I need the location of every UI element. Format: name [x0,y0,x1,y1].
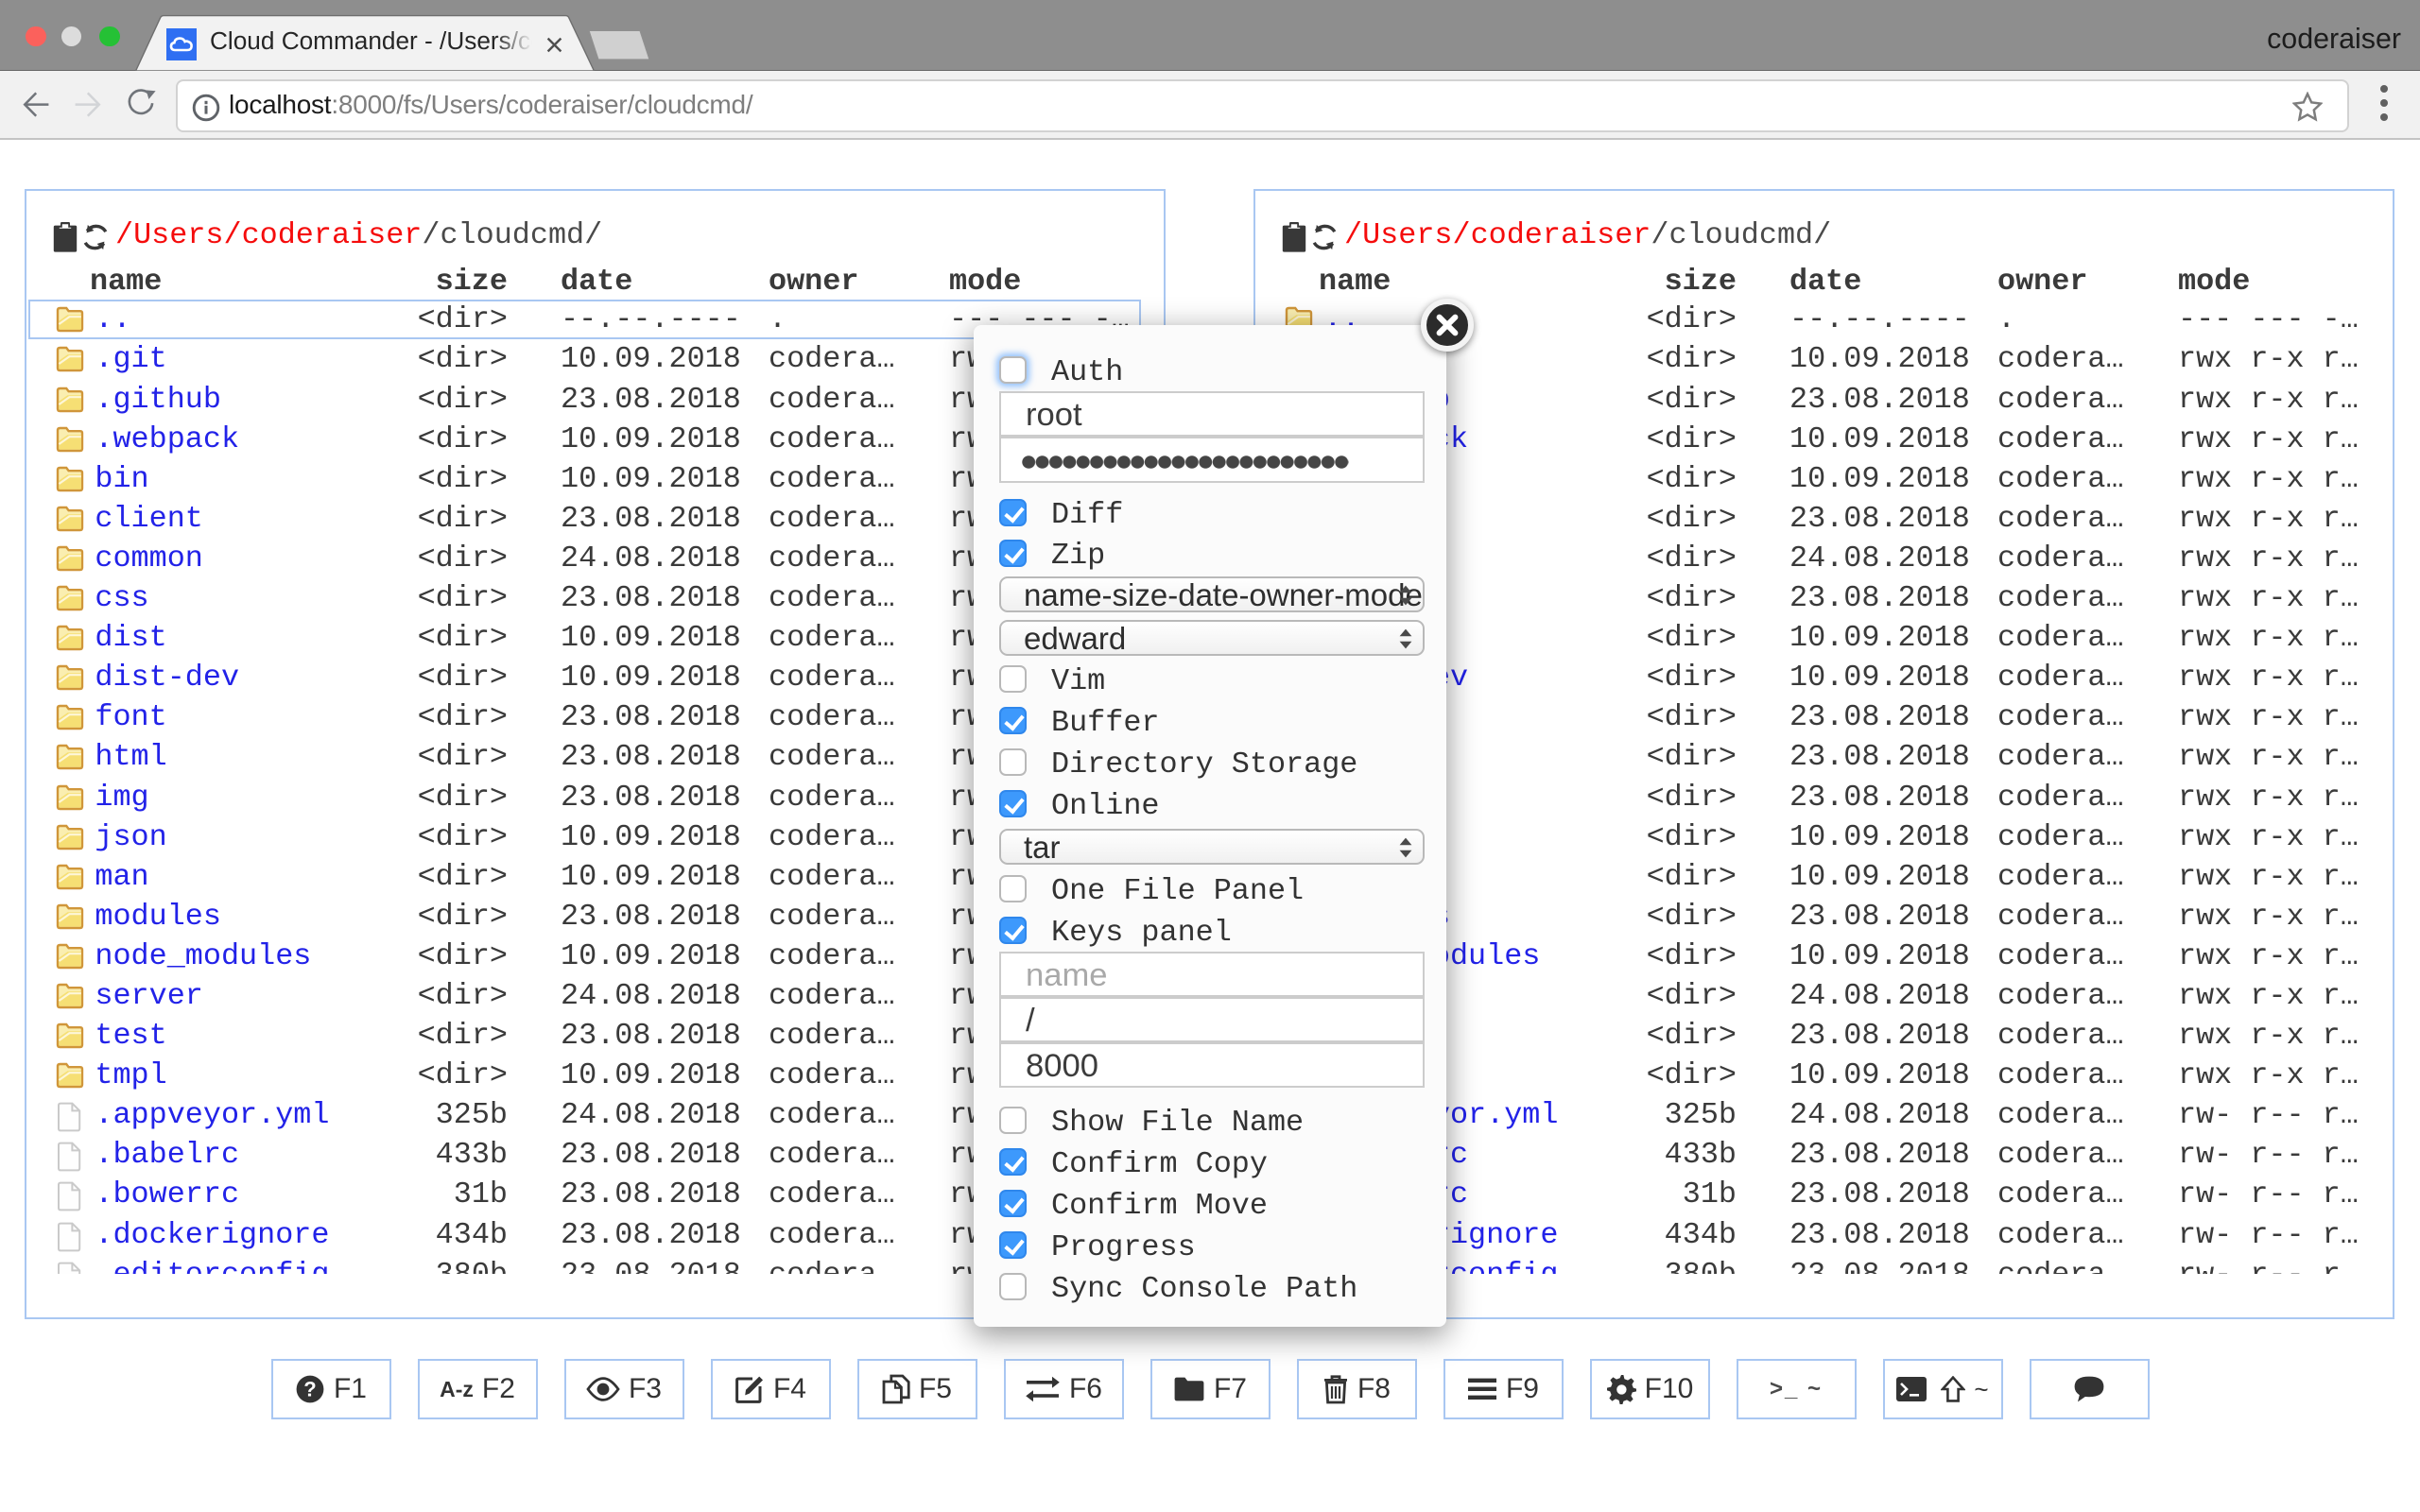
svg-text:?: ? [303,1378,316,1401]
